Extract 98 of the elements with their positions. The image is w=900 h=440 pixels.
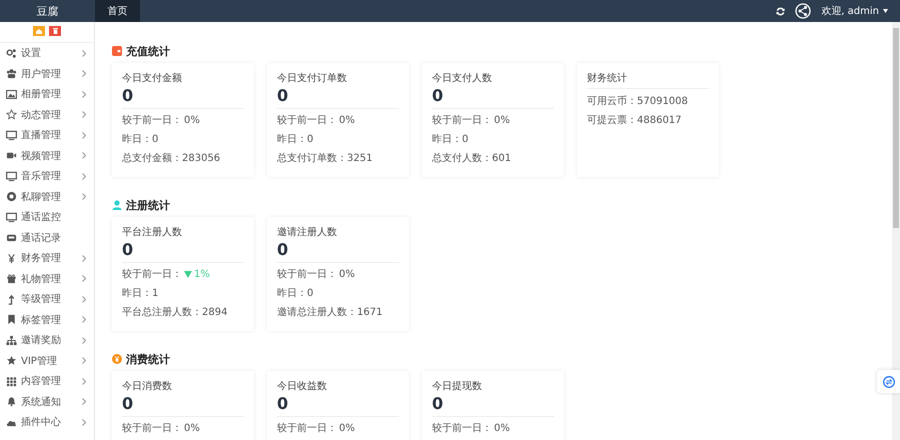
sidebar-item[interactable]: 用户管理 xyxy=(0,64,94,84)
stat-row-text: 昨日：0 xyxy=(277,287,314,301)
sidebar-item[interactable]: 标签管理 xyxy=(0,310,94,330)
sitemap-icon xyxy=(6,334,17,346)
sidebar-item[interactable]: 插件中心 xyxy=(0,412,94,432)
stat-row-text: 平台总注册人数：2894 xyxy=(122,306,228,320)
gears-icon xyxy=(6,48,17,59)
compare-label: 较于前一日： xyxy=(277,422,337,436)
stat-row-text: 昨日：0 xyxy=(122,133,160,147)
compare-label: 较于前一日： xyxy=(122,268,182,282)
scrollbar[interactable] xyxy=(892,22,900,440)
compare-value: 0% xyxy=(339,114,355,128)
sidebar-item[interactable]: 内容管理 xyxy=(0,371,94,392)
trash-icon xyxy=(52,28,58,34)
card-title: 今日收益数 xyxy=(277,380,328,394)
sidebar-item[interactable]: 视频管理 xyxy=(0,146,94,166)
compare-value: 0% xyxy=(494,114,510,128)
stat-row-text: 总支付订单数：3251 xyxy=(277,152,374,166)
stat-row-text: 昨日：1 xyxy=(122,287,160,301)
stat-row-text: 昨日：0 xyxy=(277,133,314,147)
stat-value: 0 xyxy=(122,394,134,414)
card-title: 今日支付人数 xyxy=(432,72,493,86)
card-title: 平台注册人数 xyxy=(122,226,183,240)
video-camera-icon xyxy=(6,150,17,162)
yen-icon xyxy=(6,252,17,264)
stat-value: 0 xyxy=(277,86,290,106)
sidebar-item[interactable]: 邀请奖励 xyxy=(0,330,94,350)
home-tab[interactable]: 首页 xyxy=(95,0,140,22)
grid-icon xyxy=(6,376,17,387)
compare-value: 0% xyxy=(184,114,200,128)
stat-row-text: 可用云币：57091008 xyxy=(587,94,689,109)
sidebar-item[interactable]: 通话记录 xyxy=(0,228,94,248)
image-icon xyxy=(6,88,17,100)
coin-icon xyxy=(112,354,122,364)
user-menu[interactable]: 欢迎, admin xyxy=(821,4,888,18)
compare-value: 0% xyxy=(339,422,355,436)
sidebar-item[interactable]: VIP管理 xyxy=(0,350,94,371)
stat-value: 0 xyxy=(277,394,290,414)
card-title: 今日提现数 xyxy=(432,380,483,394)
stat-row-text: 总支付人数：601 xyxy=(432,152,512,166)
compare-label: 较于前一日： xyxy=(432,114,492,128)
star-icon xyxy=(6,109,17,120)
compare-value: 0% xyxy=(339,268,355,282)
compare-label: 较于前一日： xyxy=(277,268,337,282)
section-title: 消费统计 xyxy=(126,352,170,366)
compare-value: 0% xyxy=(184,422,200,436)
sync-icon xyxy=(882,376,894,388)
sidebar-item[interactable]: 等级管理 xyxy=(0,289,94,310)
sidebar-item[interactable]: 相册管理 xyxy=(0,84,94,104)
card-title: 今日支付金额 xyxy=(122,72,183,86)
stat-value: 0 xyxy=(277,240,290,260)
compare-label: 较于前一日： xyxy=(277,114,337,128)
sidebar-item[interactable]: 设置 xyxy=(0,43,94,64)
compare-label: 较于前一日： xyxy=(122,422,182,436)
bell-icon xyxy=(6,396,17,408)
stat-row-text: 总支付金额：283056 xyxy=(122,152,222,166)
floating-button[interactable] xyxy=(877,370,900,393)
compare-value: 1% xyxy=(194,268,210,282)
home-icon xyxy=(36,28,42,34)
sidebar-item[interactable]: 音乐管理 xyxy=(0,166,94,186)
section-title: 注册统计 xyxy=(126,198,170,212)
user-icon xyxy=(112,200,122,210)
wallet-icon xyxy=(112,46,122,56)
monitor-icon xyxy=(6,130,17,141)
monitor-icon xyxy=(6,170,17,182)
bookmark-icon xyxy=(6,314,17,326)
sidebar-item[interactable]: 私聊管理 xyxy=(0,186,94,207)
gift-icon xyxy=(6,273,17,284)
stat-row-text: 昨日：0 xyxy=(432,133,470,147)
sidebar-item[interactable]: 动态管理 xyxy=(0,104,94,125)
stat-value: 0 xyxy=(122,86,134,106)
stat-value: 0 xyxy=(122,240,134,260)
sidebar-item[interactable]: 礼物管理 xyxy=(0,268,94,289)
card-title: 今日消费数 xyxy=(122,380,173,394)
card-title: 邀请注册人数 xyxy=(277,226,338,240)
sidebar-item[interactable]: 通话监控 xyxy=(0,207,94,228)
refresh-icon[interactable] xyxy=(776,6,786,16)
star-icon xyxy=(6,355,17,366)
monitor-icon xyxy=(6,212,17,223)
card-title: 财务统计 xyxy=(587,71,709,89)
compare-label: 较于前一日： xyxy=(432,422,492,436)
stat-row-text: 可提云票：4886017 xyxy=(587,114,683,128)
sidebar-item[interactable]: 直播管理 xyxy=(0,125,94,146)
home-button[interactable] xyxy=(33,26,45,36)
compare-value: 0% xyxy=(494,422,510,436)
section-title: 充值统计 xyxy=(126,44,170,58)
stat-value: 0 xyxy=(432,86,444,106)
users-icon xyxy=(6,68,17,80)
card-title: 今日支付订单数 xyxy=(277,72,348,86)
caret-icon xyxy=(883,9,888,13)
app-logo: 豆腐 xyxy=(36,4,60,20)
sidebar-item[interactable]: 系统通知 xyxy=(0,392,94,412)
arrow-up-icon xyxy=(6,294,17,305)
stat-row-text: 邀请总注册人数：1671 xyxy=(277,306,384,320)
stat-value: 0 xyxy=(432,394,444,414)
sidebar-item[interactable]: 财务管理 xyxy=(0,248,94,268)
delete-button[interactable] xyxy=(49,26,61,36)
compare-label: 较于前一日： xyxy=(122,114,182,128)
